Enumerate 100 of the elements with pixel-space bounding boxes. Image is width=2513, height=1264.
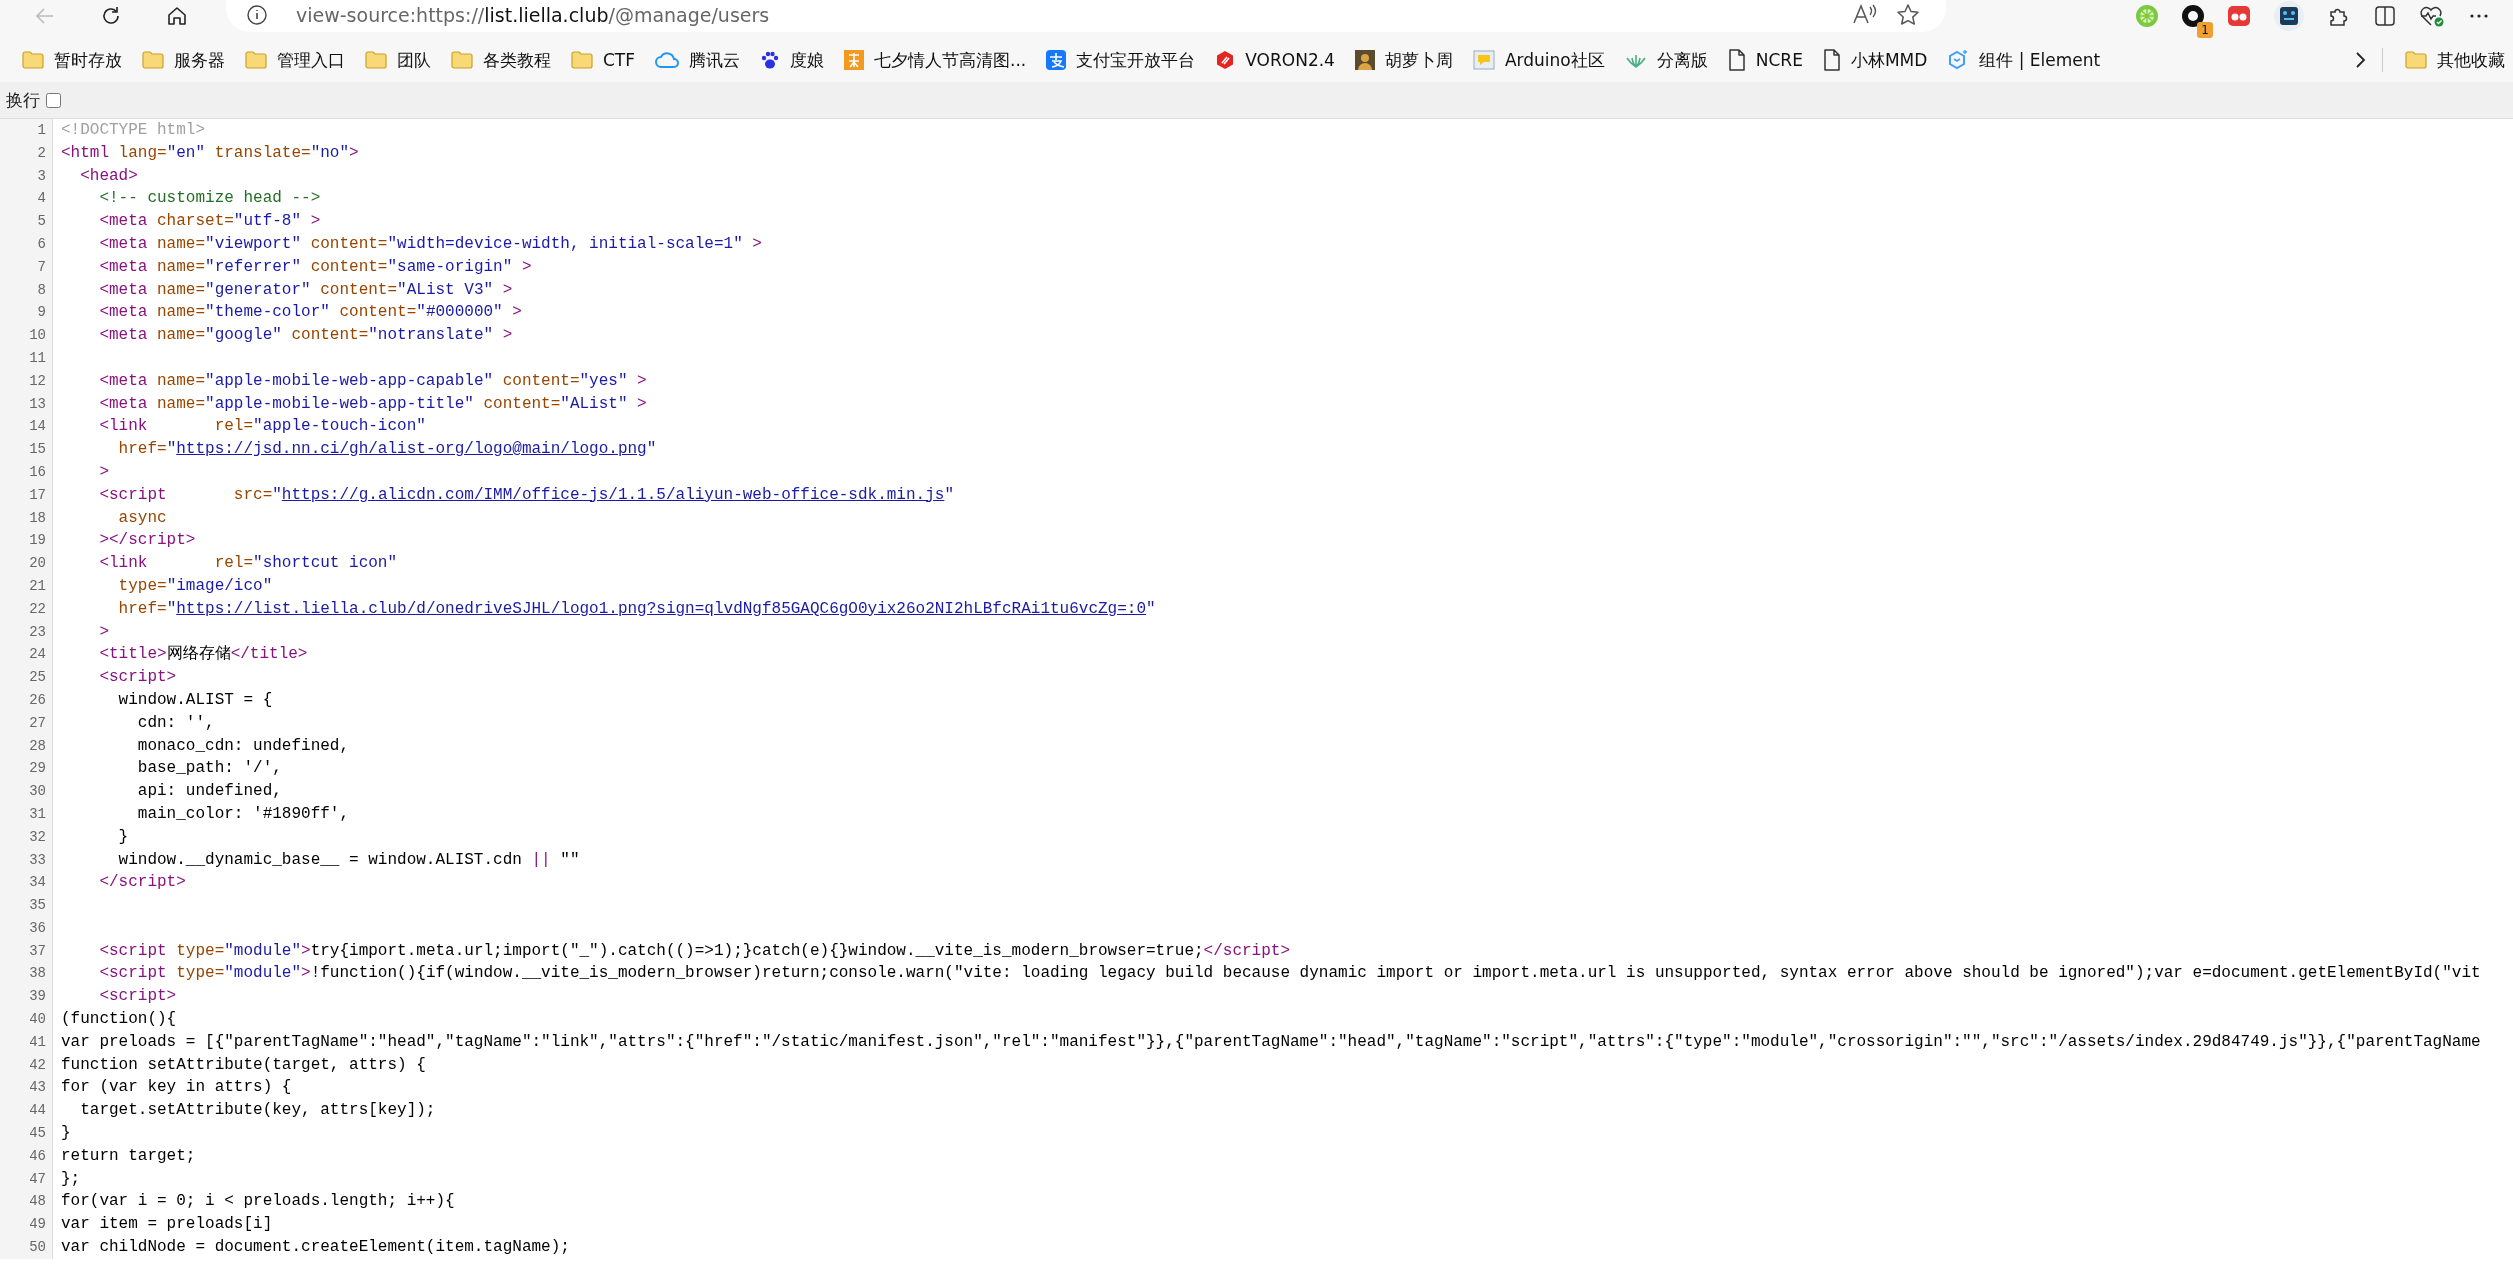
line-number: 6 bbox=[0, 233, 53, 256]
code-line: <link rel="apple-touch-icon" bbox=[98, 416, 426, 438]
line-number: 36 bbox=[0, 916, 53, 940]
code-line: } bbox=[60, 1123, 71, 1145]
code-line: <link rel="shortcut icon" bbox=[98, 553, 398, 575]
folder-icon bbox=[142, 51, 164, 69]
line-number: 47 bbox=[0, 1167, 53, 1191]
picture-site-icon bbox=[844, 50, 865, 70]
code-line: function setAttribute(target, attrs) { bbox=[60, 1054, 426, 1076]
bookmark-item[interactable]: 管理入口 bbox=[237, 44, 353, 76]
line-number: 12 bbox=[0, 369, 53, 393]
bookmark-item[interactable]: 其他收藏 bbox=[2397, 44, 2505, 76]
code-line: target.setAttribute(key, attrs[key]); bbox=[79, 1100, 436, 1122]
code-line: <meta name="google" content="notranslate" > bbox=[98, 325, 513, 347]
bookmark-item[interactable]: 团队 bbox=[357, 44, 439, 76]
folder-icon bbox=[245, 51, 267, 69]
code-line: <html lang="en" translate="no"> bbox=[60, 142, 359, 164]
bookmark-item[interactable]: 小林MMD bbox=[1814, 44, 1936, 76]
line-number: 14 bbox=[0, 415, 53, 439]
star-icon[interactable] bbox=[1896, 3, 1920, 27]
line-number: 37 bbox=[0, 939, 53, 963]
payment-icon bbox=[1046, 50, 1067, 70]
code-line: <meta name="theme-color" content="#000000" > bbox=[98, 302, 522, 324]
code-line: <meta name="generator" content="AList V3" > bbox=[98, 279, 513, 301]
bookmark-item[interactable]: 暂时存放 bbox=[14, 44, 130, 76]
code-line: <meta name="viewport" content="width=device-width, initial-scale=1" > bbox=[98, 234, 762, 255]
split-screen-icon[interactable] bbox=[2373, 4, 2397, 28]
bookmark-item[interactable]: VORON2.4 bbox=[1207, 46, 1343, 74]
bookmark-item[interactable]: 各类教程 bbox=[443, 44, 559, 76]
extension-icon[interactable] bbox=[2273, 0, 2305, 32]
bookmark-item[interactable]: Arduino社区 bbox=[1464, 44, 1613, 76]
line-number: 22 bbox=[0, 597, 53, 621]
home-icon bbox=[166, 5, 188, 27]
address-bar[interactable]: view-source:https://list.liella.club/@manage/users bbox=[226, 0, 1946, 32]
wrap-checkbox[interactable] bbox=[46, 92, 61, 108]
bookmark-item[interactable]: CTF bbox=[563, 46, 644, 74]
line-number: 3 bbox=[0, 164, 53, 188]
source-link[interactable]: https://jsd.nn.ci/gh/alist-org/logo@main/logo.png bbox=[176, 440, 647, 459]
line-number: 21 bbox=[0, 574, 53, 598]
page-icon bbox=[1727, 49, 1746, 71]
folder-icon bbox=[2405, 51, 2427, 69]
cloud-icon bbox=[655, 51, 680, 69]
source-link[interactable]: https://list.liella.club/d/onedriveSJHL/logo1.png?sign=qlvdNgf85GAQC6gO0yix26o2NI2hLBfcRAi1tu6vcZg=:0 bbox=[176, 599, 1146, 618]
code-line: cdn: '', bbox=[136, 712, 215, 734]
code-line: href="https://jsd.nn.ci/gh/alist-org/logo@main/logo.png" bbox=[117, 439, 657, 461]
line-number: 17 bbox=[0, 483, 53, 507]
line-number: 16 bbox=[0, 460, 53, 484]
code-line: var item = preloads[i] bbox=[60, 1214, 273, 1236]
info-icon[interactable] bbox=[246, 4, 268, 26]
speech-bubble-icon bbox=[1472, 50, 1495, 70]
line-number: 28 bbox=[0, 734, 53, 758]
extension-badge: 1 bbox=[2197, 22, 2213, 38]
code-line: api: undefined, bbox=[136, 781, 282, 803]
code-line: ></script> bbox=[98, 530, 196, 552]
bookmark-item[interactable]: 服务器 bbox=[134, 44, 233, 76]
code-line: <script type="module">try{import.meta.url;import("_").catch(()=>1);}catch(e){}window.__vite_is_modern_browser=true;</script> bbox=[98, 940, 1291, 962]
folder-icon bbox=[451, 51, 473, 69]
code-line: type="image/ico" bbox=[117, 575, 273, 597]
line-number: 18 bbox=[0, 506, 53, 530]
bookmark-item[interactable]: 组件 | Element bbox=[1939, 44, 2109, 76]
line-number: 7 bbox=[0, 255, 53, 279]
line-number: 2 bbox=[0, 141, 53, 165]
bookmark-item[interactable]: 分离版 bbox=[1616, 44, 1716, 76]
line-number: 48 bbox=[0, 1190, 53, 1214]
line-number: 19 bbox=[0, 529, 53, 553]
line-number: 40 bbox=[0, 1008, 53, 1031]
bookmark-item[interactable]: NCRE bbox=[1719, 45, 1811, 75]
code-line: var childNode = document.createElement(item.tagName); bbox=[60, 1237, 570, 1259]
source-link[interactable]: https://g.alicdn.com/IMM/office-js/1.1.5/aliyun-web-office-sdk.min.js bbox=[281, 485, 945, 504]
wrap-label: 换行 bbox=[6, 88, 40, 112]
code-line: }; bbox=[60, 1168, 81, 1190]
bookmark-item[interactable]: 腾讯云 bbox=[647, 44, 749, 76]
line-number: 27 bbox=[0, 711, 53, 735]
line-number: 4 bbox=[0, 187, 53, 211]
reload-icon bbox=[100, 5, 122, 27]
line-number: 11 bbox=[0, 346, 53, 370]
app-logo-icon[interactable] bbox=[2227, 4, 2251, 28]
code-line: </script> bbox=[98, 872, 186, 894]
bookmark-item[interactable]: 胡萝卜周 bbox=[1346, 44, 1461, 76]
bookmark-item[interactable]: 度娘 bbox=[752, 44, 833, 76]
line-number: 39 bbox=[0, 985, 53, 1009]
heart-pulse-icon[interactable] bbox=[2419, 4, 2445, 28]
code-line: > bbox=[98, 461, 109, 483]
chevron-right-icon[interactable] bbox=[2354, 50, 2368, 70]
line-number: 38 bbox=[0, 962, 53, 986]
bookmark-item[interactable]: 七夕情人节高清图... bbox=[836, 44, 1035, 76]
line-number: 33 bbox=[0, 848, 53, 872]
code-line: for(var i = 0; i < preloads.length; i++){ bbox=[60, 1191, 455, 1213]
line-number: 10 bbox=[0, 324, 53, 347]
code-line: monaco_cdn: undefined, bbox=[136, 735, 350, 757]
line-number: 8 bbox=[0, 278, 53, 302]
line-number: 43 bbox=[0, 1076, 53, 1100]
bookmark-item[interactable]: 支付宝开放平台 bbox=[1038, 44, 1204, 76]
line-number: 15 bbox=[0, 438, 53, 461]
line-number: 24 bbox=[0, 643, 53, 667]
line-number: 34 bbox=[0, 871, 53, 895]
line-number: 29 bbox=[0, 757, 53, 781]
code-line: <meta name="apple-mobile-web-app-capable" content="yes" > bbox=[98, 370, 647, 392]
code-line: <script type="module">!function(){if(window.__vite_is_modern_browser)return;console.warn("vite: loading legacy build because dynamic import or import.meta.url is unsupported, syntax error above should be ignored");var e=document.getElementById("vit bbox=[98, 963, 2481, 985]
page-icon bbox=[1822, 49, 1841, 71]
